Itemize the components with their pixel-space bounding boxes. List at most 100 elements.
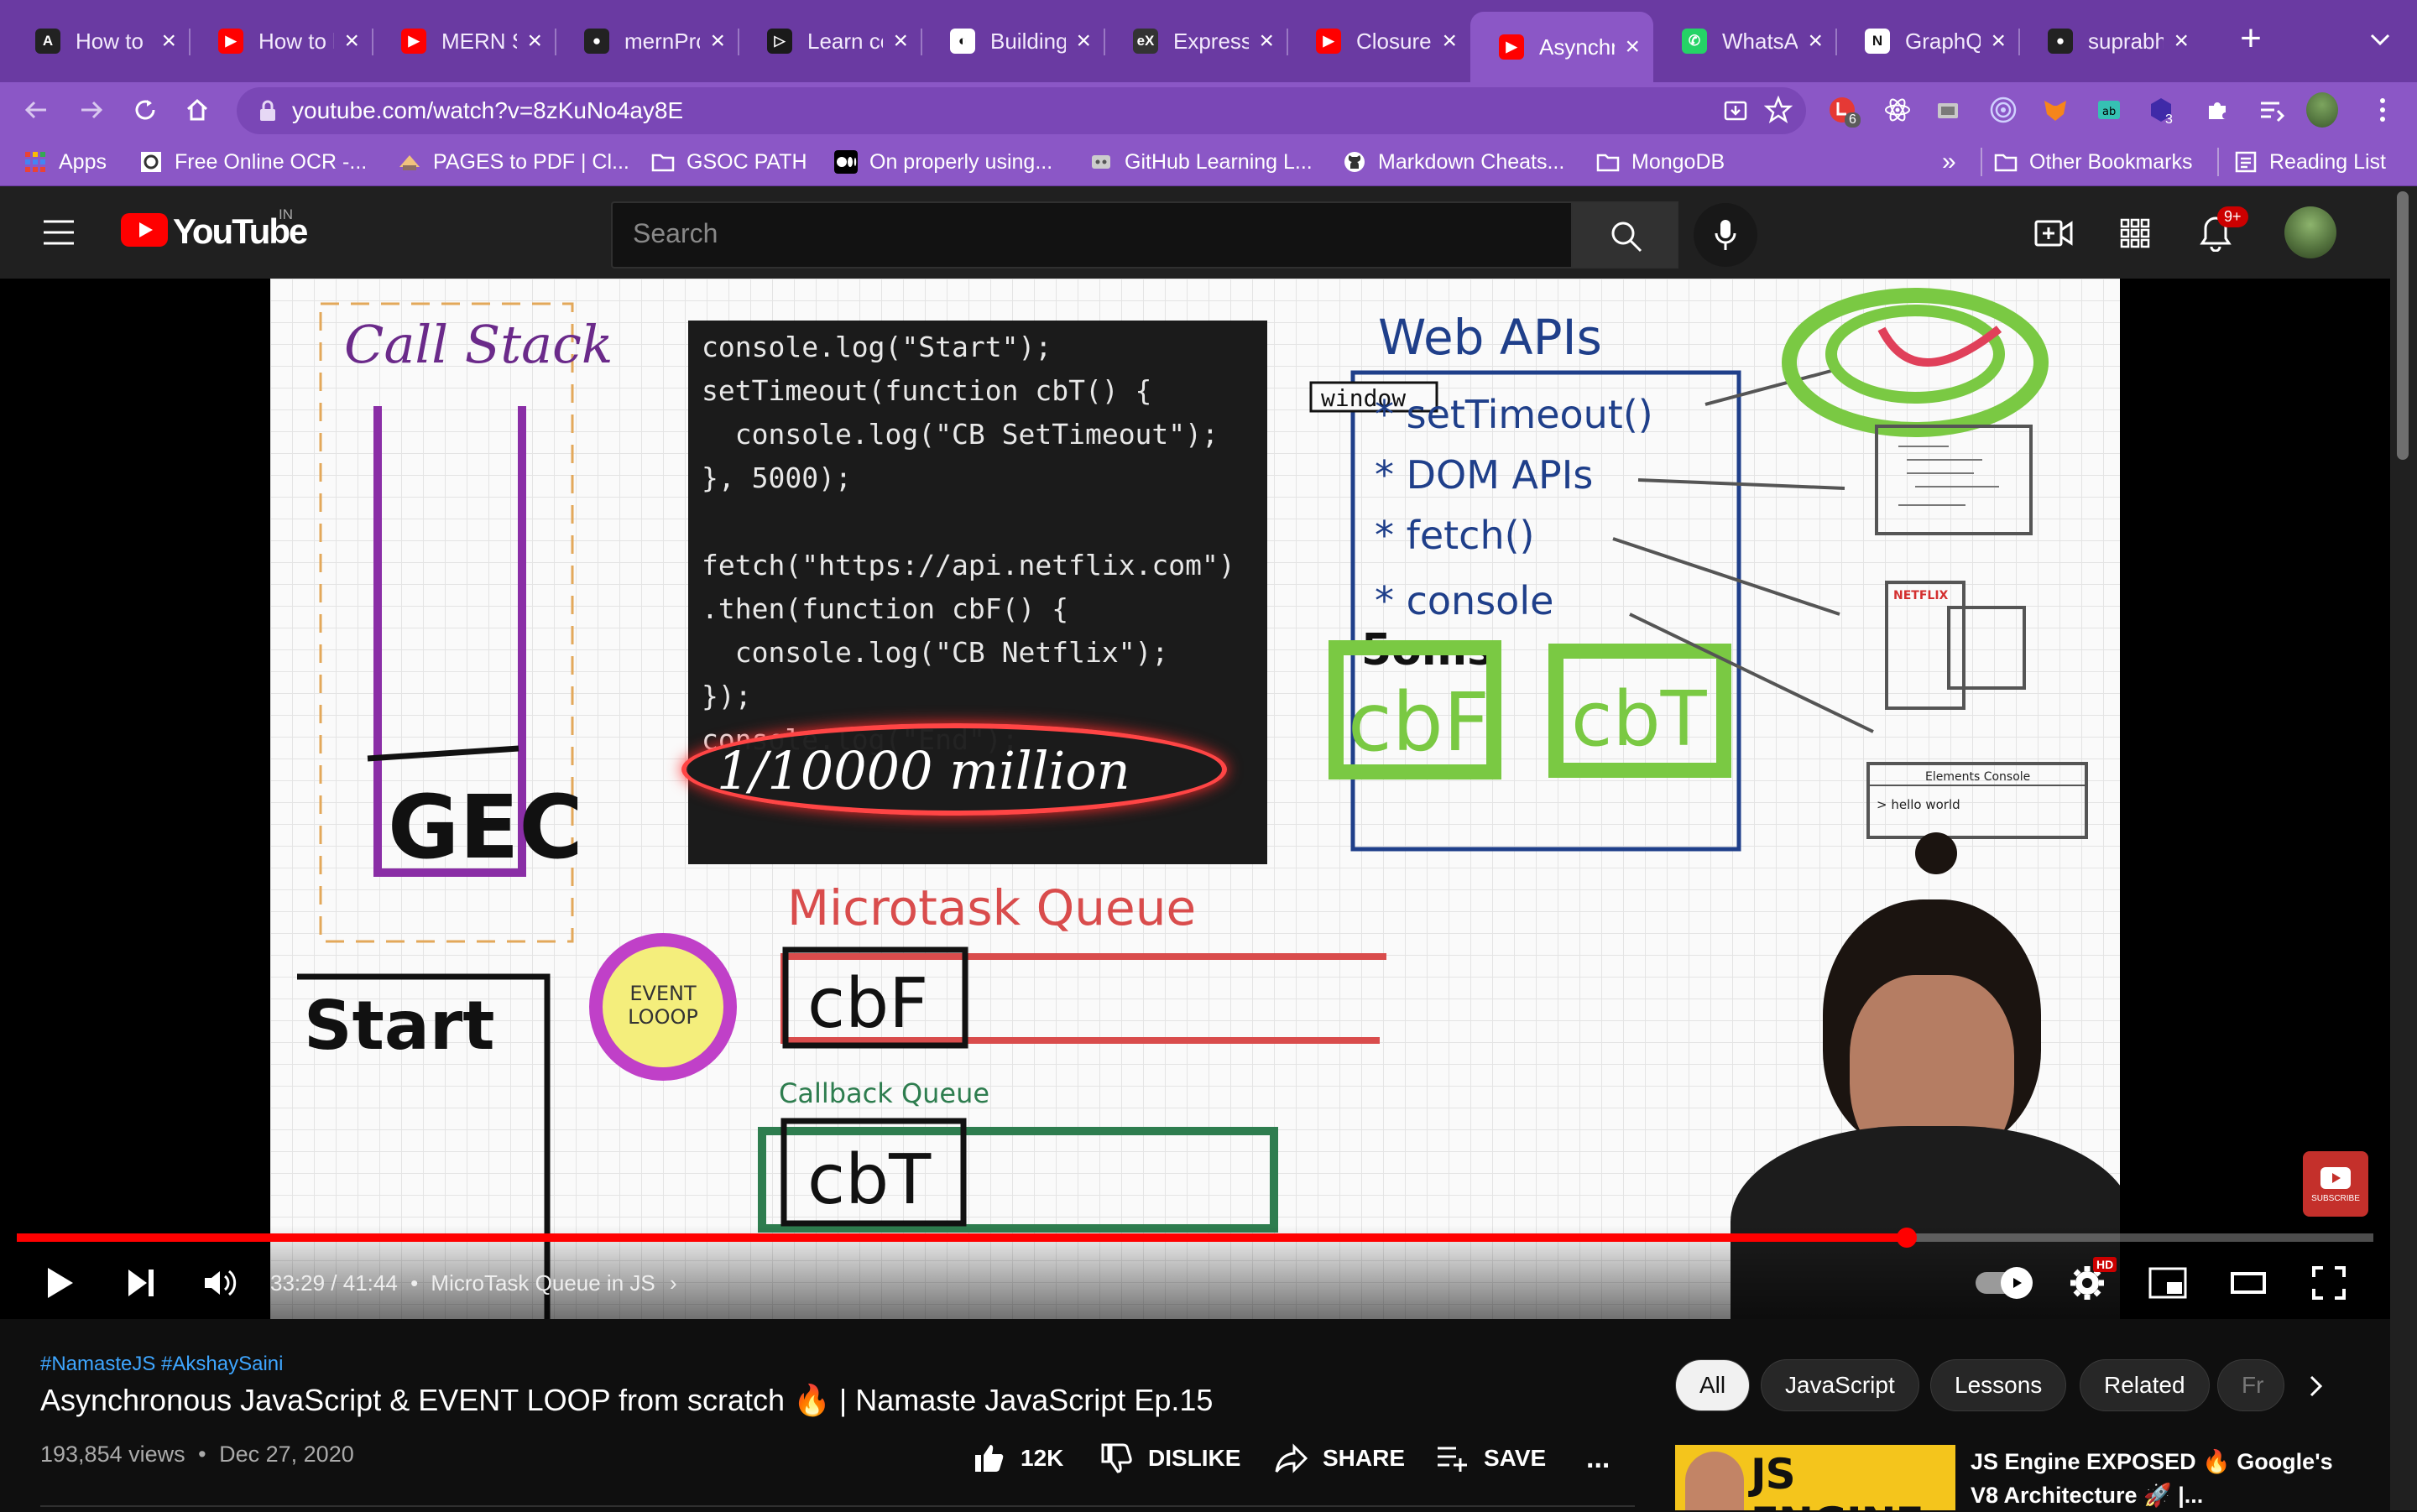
chip-javascript[interactable]: JavaScript [1761, 1359, 1919, 1411]
browser-tab[interactable]: ▶ Asynchr × [1470, 12, 1653, 82]
tab-close-icon[interactable]: × [161, 27, 176, 55]
bookmark-star-icon[interactable] [1763, 95, 1793, 128]
browser-tab[interactable]: ✆ WhatsA × [1653, 15, 1836, 67]
like-button[interactable]: 12K [972, 1438, 1063, 1478]
tab-close-icon[interactable]: × [1076, 27, 1091, 55]
bookmark-github-learning[interactable]: GitHub Learning L... [1089, 146, 1313, 178]
new-tab-button[interactable]: + [2232, 20, 2269, 59]
next-video-icon[interactable] [117, 1260, 163, 1306]
subscribe-watermark[interactable]: SUBSCRIBE [2303, 1151, 2368, 1217]
save-button[interactable]: SAVE [1435, 1438, 1546, 1478]
page-scrollbar[interactable] [2390, 186, 2417, 1510]
install-app-icon[interactable] [1722, 97, 1749, 128]
notifications-bell-icon[interactable]: 9+ [2199, 206, 2249, 255]
target-extension-icon[interactable] [1987, 94, 2019, 126]
screenshot-extension-icon[interactable] [1932, 94, 1964, 126]
recommended-title[interactable]: JS Engine EXPOSED 🔥 Google's V8 Architec… [1971, 1445, 2365, 1512]
address-bar[interactable]: youtube.com/watch?v=8zKuNo4ay8E [237, 87, 1806, 134]
chip-all[interactable]: All [1675, 1359, 1751, 1411]
miniplayer-icon[interactable] [2145, 1260, 2190, 1306]
browser-tab[interactable]: ● mernPro × [556, 15, 739, 67]
chapter-title[interactable]: MicroTask Queue in JS [431, 1270, 655, 1296]
apps-grid-icon[interactable] [2120, 218, 2150, 253]
bookmark-mongodb-folder[interactable]: MongoDB [1596, 146, 1725, 178]
volume-icon[interactable] [198, 1260, 243, 1306]
tab-close-icon[interactable]: × [1991, 27, 2006, 55]
cube-extension-icon[interactable]: 3 [2145, 94, 2177, 127]
browser-tab[interactable]: N GraphQ × [1836, 15, 2019, 67]
more-actions-button[interactable]: ... [1586, 1438, 1610, 1478]
extension-red-icon[interactable]: 6 [1826, 94, 1861, 128]
bookmark-gsoc-folder[interactable]: GSOC PATH [651, 146, 807, 178]
reading-list-button[interactable]: Reading List [2234, 146, 2386, 178]
tab-close-icon[interactable]: × [1259, 27, 1274, 55]
bookmark-ocr[interactable]: Free Online OCR -... [139, 146, 367, 178]
video-player[interactable]: Call Stack GEC Web APIs window * setTime… [0, 279, 2390, 1319]
create-video-icon[interactable] [2034, 216, 2073, 254]
bookmark-pages-to-pdf[interactable]: PAGES to PDF | Cl... [398, 146, 629, 178]
play-icon[interactable] [37, 1260, 82, 1306]
bookmark-medium[interactable]: On properly using... [834, 146, 1052, 178]
search-input[interactable] [633, 218, 1514, 249]
tab-close-icon[interactable]: × [1625, 33, 1640, 61]
tab-close-icon[interactable]: × [2174, 27, 2189, 55]
bookmark-apps[interactable]: Apps [23, 146, 107, 178]
tab-title: How to [76, 28, 144, 54]
tab-search-chevron-icon[interactable] [2368, 30, 2392, 50]
voice-search-button[interactable] [1694, 203, 1757, 267]
home-icon[interactable] [181, 94, 213, 126]
autoplay-toggle[interactable] [1972, 1260, 2034, 1306]
browser-menu-icon[interactable] [2367, 94, 2399, 126]
reload-icon[interactable] [129, 94, 161, 126]
fullscreen-icon[interactable] [2306, 1260, 2352, 1306]
scrollbar-thumb[interactable] [2397, 191, 2409, 460]
progress-scrubber[interactable] [1897, 1228, 1918, 1248]
code-line: }, 5000); [702, 461, 852, 494]
chapter-chevron-icon[interactable]: › [670, 1270, 677, 1296]
forward-arrow-icon[interactable] [76, 94, 107, 126]
react-devtools-icon[interactable] [1882, 94, 1913, 126]
browser-tab[interactable]: ▶ How to l × [190, 15, 373, 67]
puzzle-extensions-icon[interactable] [2202, 94, 2234, 126]
browser-tab[interactable]: ▶ Closure × [1287, 15, 1470, 67]
bookmarks-overflow-button[interactable]: » [1942, 146, 1956, 178]
back-arrow-icon[interactable] [20, 94, 52, 126]
youtube-logo-icon[interactable] [121, 213, 168, 247]
browser-tab[interactable]: ● suprabh × [2019, 15, 2202, 67]
tab-close-icon[interactable]: × [344, 27, 359, 55]
theater-mode-icon[interactable] [2226, 1260, 2271, 1306]
share-button[interactable]: SHARE [1274, 1438, 1405, 1478]
dislike-button[interactable]: DISLIKE [1099, 1438, 1240, 1478]
tab-close-icon[interactable]: × [1808, 27, 1823, 55]
chip-related[interactable]: Related [2080, 1359, 2210, 1411]
metamask-fox-icon[interactable] [2039, 94, 2071, 126]
settings-gear-icon[interactable]: HD [2065, 1257, 2117, 1306]
chip-lessons[interactable]: Lessons [1930, 1359, 2067, 1411]
browser-tab[interactable]: ▶ MERN S × [373, 15, 556, 67]
tab-close-icon[interactable]: × [893, 27, 908, 55]
account-avatar[interactable] [2284, 206, 2336, 258]
reading-list-icon[interactable] [2256, 94, 2288, 126]
browser-tab[interactable]: A How to × [7, 15, 190, 67]
browser-tab[interactable]: ▷ Learn co × [739, 15, 921, 67]
microtask-queue-label: Microtask Queue [787, 879, 1196, 936]
tab-separator [1287, 29, 1288, 55]
browser-tab[interactable]: ◐ Building × [921, 15, 1104, 67]
other-bookmarks-folder[interactable]: Other Bookmarks [1994, 146, 2193, 178]
hamburger-menu-icon[interactable] [42, 218, 76, 251]
bookmark-markdown[interactable]: Markdown Cheats... [1343, 146, 1564, 178]
chips-next-chevron-icon[interactable] [2293, 1363, 2340, 1410]
search-button[interactable] [1571, 201, 1678, 269]
tab-close-icon[interactable]: × [1442, 27, 1457, 55]
browser-tab[interactable]: eX Express × [1104, 15, 1287, 67]
tab-close-icon[interactable]: × [527, 27, 542, 55]
profile-avatar[interactable] [2306, 92, 2338, 128]
cbt-webapi: cbT [1571, 675, 1708, 764]
chip-partial[interactable]: Fr [2217, 1359, 2284, 1411]
teal-extension-icon[interactable]: ab [2093, 94, 2125, 126]
recommended-thumbnail[interactable]: JS ENGINE [1675, 1445, 1955, 1510]
tab-close-icon[interactable]: × [710, 27, 725, 55]
progress-bar[interactable] [17, 1228, 2373, 1248]
search-box[interactable] [611, 201, 1573, 269]
hashtags[interactable]: #NamasteJS #AkshaySaini [40, 1353, 283, 1376]
